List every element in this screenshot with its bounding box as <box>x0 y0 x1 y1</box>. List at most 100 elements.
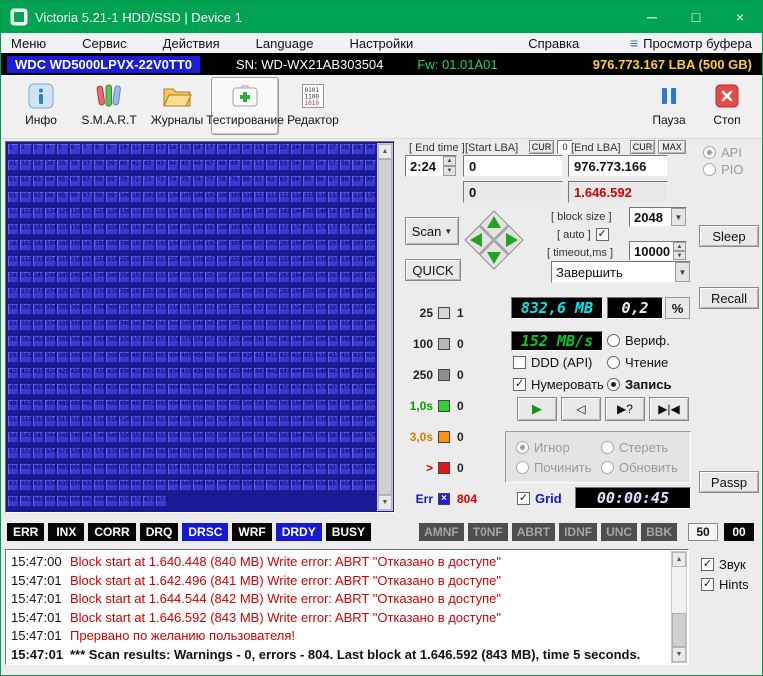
sleep-button[interactable]: Sleep <box>699 225 759 247</box>
end-cur-button[interactable]: CUR <box>630 140 655 154</box>
start-lba-input[interactable]: 0 <box>463 155 563 177</box>
scan-block: 129 <box>106 208 117 219</box>
menu-item[interactable]: Действия <box>163 36 220 51</box>
scan-block: 370 <box>119 336 130 347</box>
auto-checkbox[interactable]: [ auto ] ✓ <box>557 228 609 241</box>
info-button[interactable]: Инфо <box>7 77 75 135</box>
end-time-spinner[interactable]: 2:24 ▲▼ <box>405 155 457 177</box>
scan-block: 571 <box>8 448 19 459</box>
legend-swatch <box>438 462 450 474</box>
step-back-button[interactable]: ◁ <box>561 397 601 421</box>
start-test-button[interactable]: ▶ <box>517 397 557 421</box>
scan-block: 47 <box>205 160 216 171</box>
scan-block: 410 <box>242 352 253 363</box>
close-icon[interactable]: × <box>718 1 762 33</box>
menu-item[interactable]: Настройки <box>349 36 413 51</box>
scan-block: 372 <box>143 336 154 347</box>
end-max-button[interactable]: MAX <box>658 140 686 154</box>
chevron-down-icon[interactable]: ▼ <box>671 208 686 226</box>
spin-down-icon[interactable]: ▼ <box>673 251 686 260</box>
scan-block: 1 <box>8 144 19 155</box>
read-radio[interactable]: Чтение <box>607 355 668 370</box>
hints-checkbox[interactable]: ✓Hints <box>701 577 749 592</box>
verify-radio[interactable]: Вериф. <box>607 333 670 348</box>
scan-block: 438 <box>217 368 228 379</box>
timeout-spinner[interactable]: 10000 ▲▼ <box>629 241 687 261</box>
passp-button[interactable]: Passp <box>699 471 759 493</box>
journals-button[interactable]: Журналы <box>143 77 211 135</box>
scan-block: 295 <box>303 288 314 299</box>
scan-block: 630 <box>365 464 376 475</box>
scan-block: 83 <box>279 176 290 187</box>
menu-item[interactable]: Сервис <box>82 36 127 51</box>
pio-radio[interactable]: PIO <box>703 162 743 177</box>
sound-checkbox[interactable]: ✓Звук <box>701 557 749 572</box>
erase-radio[interactable]: Стереть <box>601 440 680 455</box>
scan-block: 105 <box>180 192 191 203</box>
log-scrollbar[interactable]: ▲ ▼ <box>671 551 687 663</box>
scroll-down-icon[interactable]: ▼ <box>672 647 686 662</box>
scan-block: 610 <box>119 464 130 475</box>
buffer-view-button[interactable]: ≡ Просмотр буфера <box>630 35 752 51</box>
scan-block: 245 <box>57 272 68 283</box>
menu-item[interactable]: Меню <box>11 36 46 51</box>
minimize-icon[interactable]: ─ <box>630 1 674 33</box>
scroll-up-icon[interactable]: ▲ <box>672 552 686 567</box>
maximize-icon[interactable]: □ <box>674 1 718 33</box>
stop-button[interactable]: Стоп <box>698 77 756 135</box>
pause-button[interactable]: Пауза <box>640 77 698 135</box>
scan-block: 565 <box>303 432 314 443</box>
end-lba-input[interactable]: 976.773.166 <box>568 155 668 177</box>
scan-block: 540 <box>365 416 376 427</box>
log-scroll-track[interactable] <box>672 567 686 647</box>
scan-block: 31 <box>8 160 19 171</box>
refresh-radio[interactable]: Обновить <box>601 460 680 475</box>
ddd-api-checkbox[interactable]: DDD (API) <box>513 355 592 370</box>
quick-button[interactable]: QUICK <box>405 259 461 281</box>
scan-block: 158 <box>94 224 105 235</box>
spin-down-icon[interactable]: ▼ <box>443 166 456 176</box>
scan-block: 241 <box>8 272 19 283</box>
grid-scroll-thumb[interactable] <box>378 159 392 495</box>
repair-radio[interactable]: Починить <box>516 460 595 475</box>
scan-block: 590 <box>242 448 253 459</box>
scan-block: 69 <box>106 176 117 187</box>
verify-radio-label: Вериф. <box>625 333 670 348</box>
legend-count: 1 <box>457 306 464 320</box>
spin-up-icon[interactable]: ▲ <box>443 156 456 166</box>
scan-block: 51 <box>254 160 265 171</box>
skip-forward-button[interactable]: ▶? <box>605 397 645 421</box>
log-scroll-thumb[interactable] <box>672 613 686 647</box>
stop-icon <box>715 81 739 111</box>
grid-scrollbar[interactable]: ▲ ▼ <box>377 143 393 511</box>
scan-block: 289 <box>229 288 240 299</box>
lba-nav-pad[interactable] <box>463 209 525 274</box>
recall-button[interactable]: Recall <box>699 287 759 309</box>
menu-item[interactable]: Language <box>256 36 314 51</box>
scan-block: 478 <box>340 384 351 395</box>
ignore-radio[interactable]: Игнор <box>516 440 595 455</box>
checkbox-check-icon: ✓ <box>517 492 530 505</box>
editor-button[interactable]: 010111001010 Редактор <box>279 77 347 135</box>
scroll-down-icon[interactable]: ▼ <box>378 495 392 510</box>
api-radio[interactable]: API <box>703 145 742 160</box>
chevron-down-icon[interactable]: ▼ <box>675 262 690 282</box>
start-cur-button[interactable]: CUR <box>529 140 554 154</box>
write-radio[interactable]: Запись <box>607 377 671 392</box>
scan-block: 221 <box>131 256 142 267</box>
block-size-select[interactable]: 2048 ▼ <box>629 207 687 227</box>
grid-scroll-track[interactable] <box>378 159 392 495</box>
spin-up-icon[interactable]: ▲ <box>673 242 686 251</box>
scan-block: 360 <box>365 320 376 331</box>
smart-button[interactable]: S.M.A.R.T <box>75 77 143 135</box>
scan-block: 208 <box>340 240 351 251</box>
menu-item[interactable]: Справка <box>528 36 579 51</box>
scroll-up-icon[interactable]: ▲ <box>378 144 392 159</box>
scan-button[interactable]: Scan ▼ <box>405 217 459 245</box>
numerate-checkbox[interactable]: ✓Нумеровать <box>513 377 604 392</box>
error-flag-leds: AMNFT0NFABRTIDNFUNCBBK <box>419 523 677 541</box>
testing-button[interactable]: Тестирование <box>211 77 279 135</box>
finish-action-select[interactable]: Завершить ▼ <box>551 261 691 283</box>
jump-end-button[interactable]: ▶|◀ <box>649 397 689 421</box>
grid-checkbox[interactable]: ✓Grid <box>517 491 562 506</box>
